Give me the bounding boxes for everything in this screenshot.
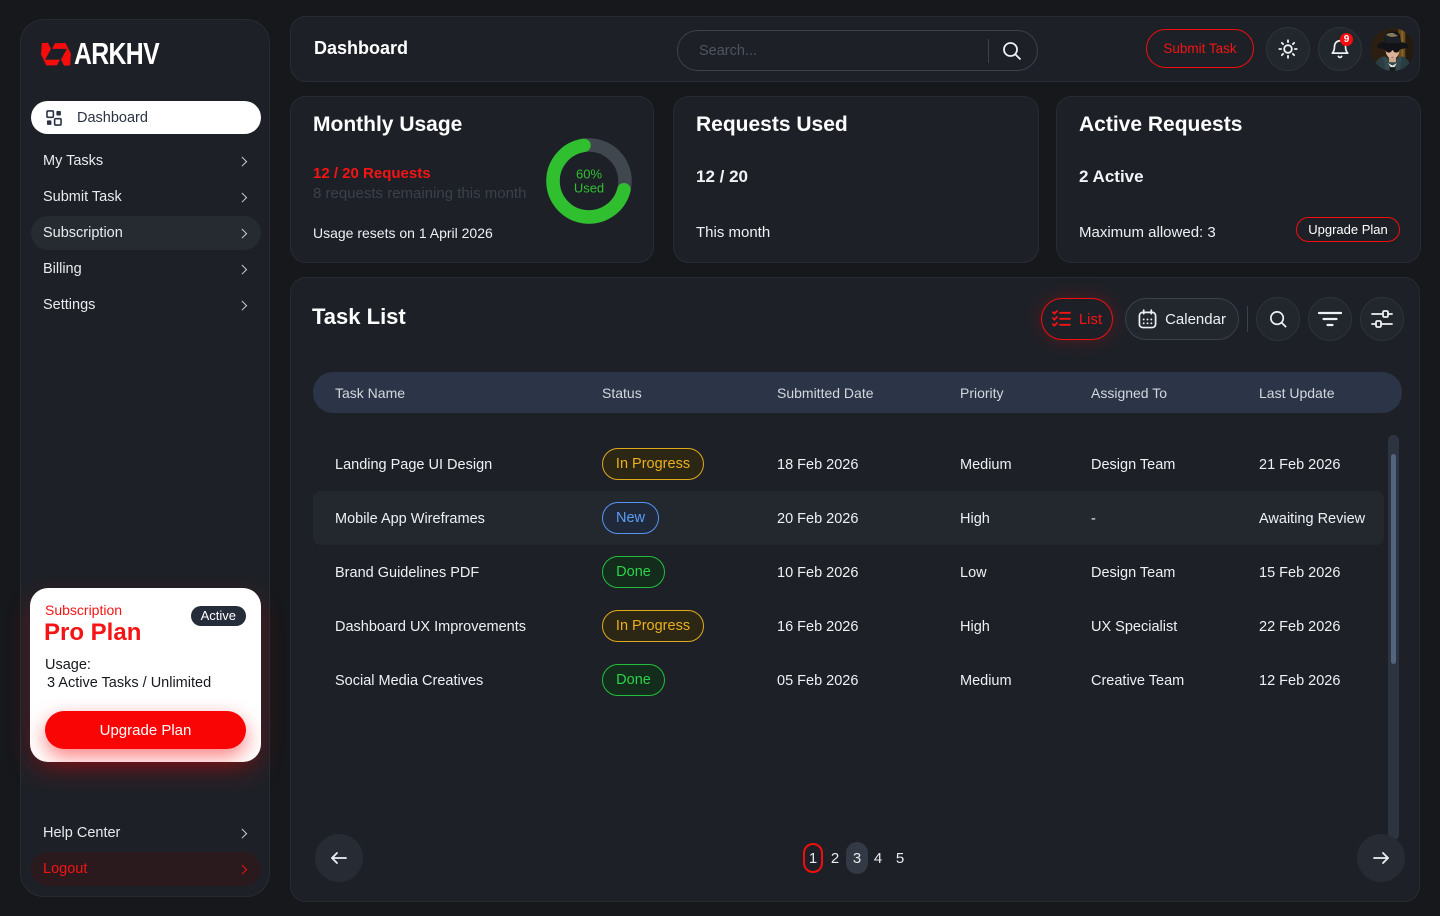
svg-text:60%: 60% [576,167,602,182]
svg-text:Used: Used [574,181,604,196]
